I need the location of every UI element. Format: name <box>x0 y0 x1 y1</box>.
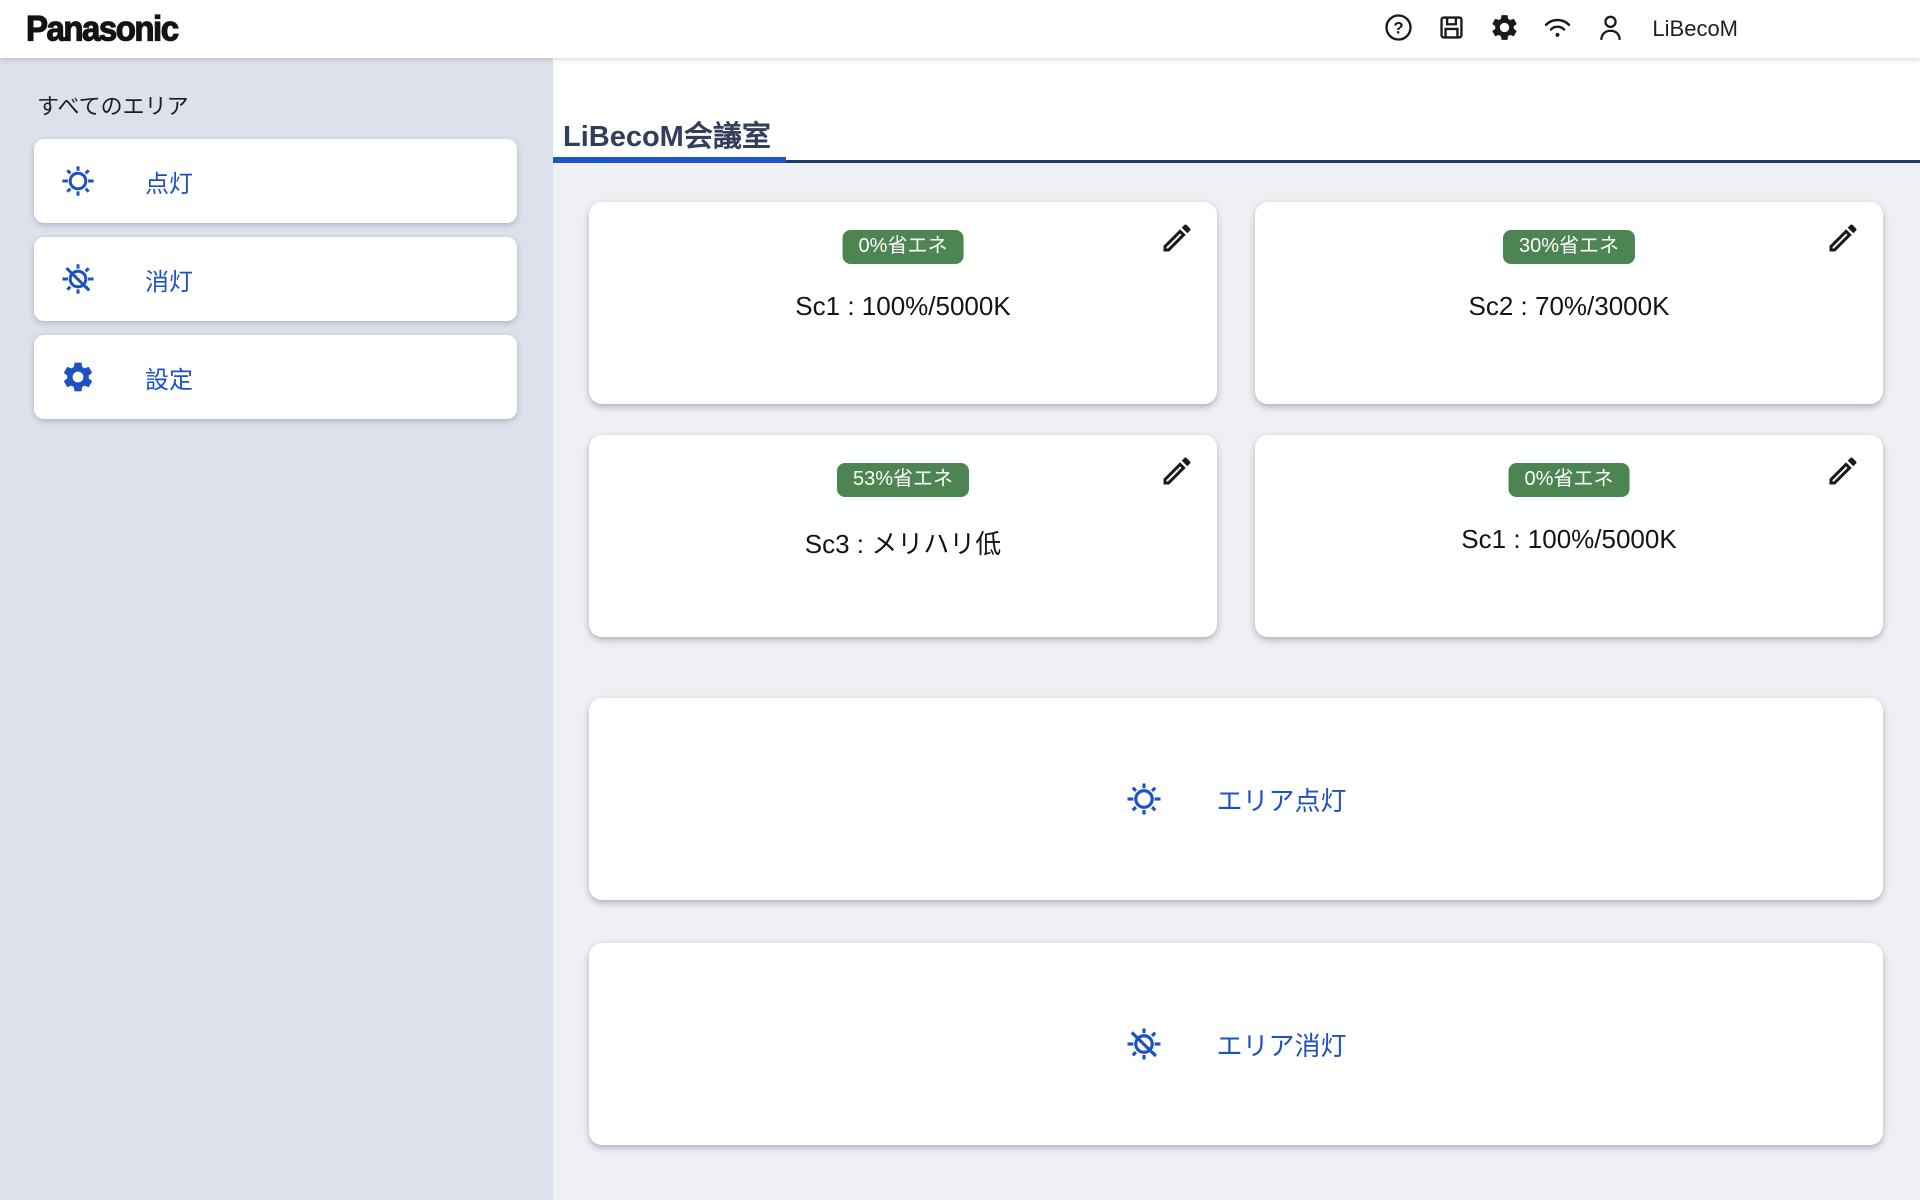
save-button[interactable] <box>1435 13 1467 45</box>
edit-scene-button[interactable] <box>1159 220 1195 256</box>
edit-scene-button[interactable] <box>1159 453 1195 489</box>
panasonic-logo: Panasonic <box>26 9 178 49</box>
scene-card-sc3[interactable]: 53%省エネ Sc3 : メリハリ低 <box>589 435 1217 637</box>
energy-saving-badge: 30%省エネ <box>1503 230 1635 264</box>
scene-card-sc1[interactable]: 0%省エネ Sc1 : 100%/5000K <box>589 202 1217 404</box>
scene-label: Sc1 : 100%/5000K <box>1255 524 1883 555</box>
sun-icon <box>1125 780 1163 818</box>
save-icon <box>1436 12 1467 46</box>
topbar-actions: ? <box>1382 13 1738 45</box>
main-area: LiBecoM会議室 0%省エネ Sc1 : 100%/5000K <box>553 58 1920 1200</box>
sidebar: すべてのエリア 点灯 <box>0 58 553 1200</box>
area-on-label: エリア点灯 <box>1216 781 1346 818</box>
scene-card-sc1-b[interactable]: 0%省エネ Sc1 : 100%/5000K <box>1255 435 1883 637</box>
energy-saving-badge: 0%省エネ <box>843 230 964 264</box>
username-label: LiBecoM <box>1652 16 1738 42</box>
edit-scene-button[interactable] <box>1825 453 1861 489</box>
user-icon <box>1595 12 1626 46</box>
area-off-label: エリア消灯 <box>1216 1026 1346 1063</box>
area-on-button[interactable]: エリア点灯 <box>589 698 1883 900</box>
pencil-icon <box>1825 244 1861 259</box>
area-header: LiBecoM会議室 <box>553 58 1920 163</box>
sidebar-item-label: 消灯 <box>145 262 193 297</box>
pencil-icon <box>1159 477 1195 492</box>
svg-text:?: ? <box>1393 18 1403 37</box>
energy-saving-badge: 53%省エネ <box>837 463 969 497</box>
gear-icon <box>60 359 96 395</box>
scene-card-sc2[interactable]: 30%省エネ Sc2 : 70%/3000K <box>1255 202 1883 404</box>
pencil-icon <box>1825 477 1861 492</box>
sun-off-icon <box>60 261 96 297</box>
area-content: 0%省エネ Sc1 : 100%/5000K 30%省エネ <box>553 163 1920 1145</box>
help-button[interactable]: ? <box>1382 13 1414 45</box>
settings-icon <box>1489 12 1520 46</box>
scene-label: Sc3 : メリハリ低 <box>589 524 1217 561</box>
wifi-button[interactable] <box>1541 13 1573 45</box>
topbar: Panasonic ? <box>0 0 1920 58</box>
page-title: LiBecoM会議室 <box>553 121 786 163</box>
page-layout: すべてのエリア 点灯 <box>0 58 1920 1200</box>
wifi-icon <box>1542 12 1573 46</box>
user-button[interactable] <box>1594 13 1626 45</box>
sun-icon <box>60 163 96 199</box>
sidebar-title: すべてのエリア <box>37 89 553 121</box>
sidebar-item-settings[interactable]: 設定 <box>34 335 517 419</box>
sidebar-item-all-off[interactable]: 消灯 <box>34 237 517 321</box>
sidebar-item-label: 設定 <box>145 360 193 395</box>
area-off-button[interactable]: エリア消灯 <box>589 943 1883 1145</box>
pencil-icon <box>1159 244 1195 259</box>
sidebar-item-label: 点灯 <box>145 164 193 199</box>
scene-label: Sc2 : 70%/3000K <box>1255 291 1883 322</box>
energy-saving-badge: 0%省エネ <box>1509 463 1630 497</box>
edit-scene-button[interactable] <box>1825 220 1861 256</box>
settings-button[interactable] <box>1488 13 1520 45</box>
sun-off-icon <box>1125 1025 1163 1063</box>
help-icon: ? <box>1383 12 1414 46</box>
user-account[interactable]: LiBecoM <box>1594 13 1738 45</box>
sidebar-item-all-on[interactable]: 点灯 <box>34 139 517 223</box>
scene-grid: 0%省エネ Sc1 : 100%/5000K 30%省エネ <box>589 202 1883 637</box>
scene-label: Sc1 : 100%/5000K <box>589 291 1217 322</box>
